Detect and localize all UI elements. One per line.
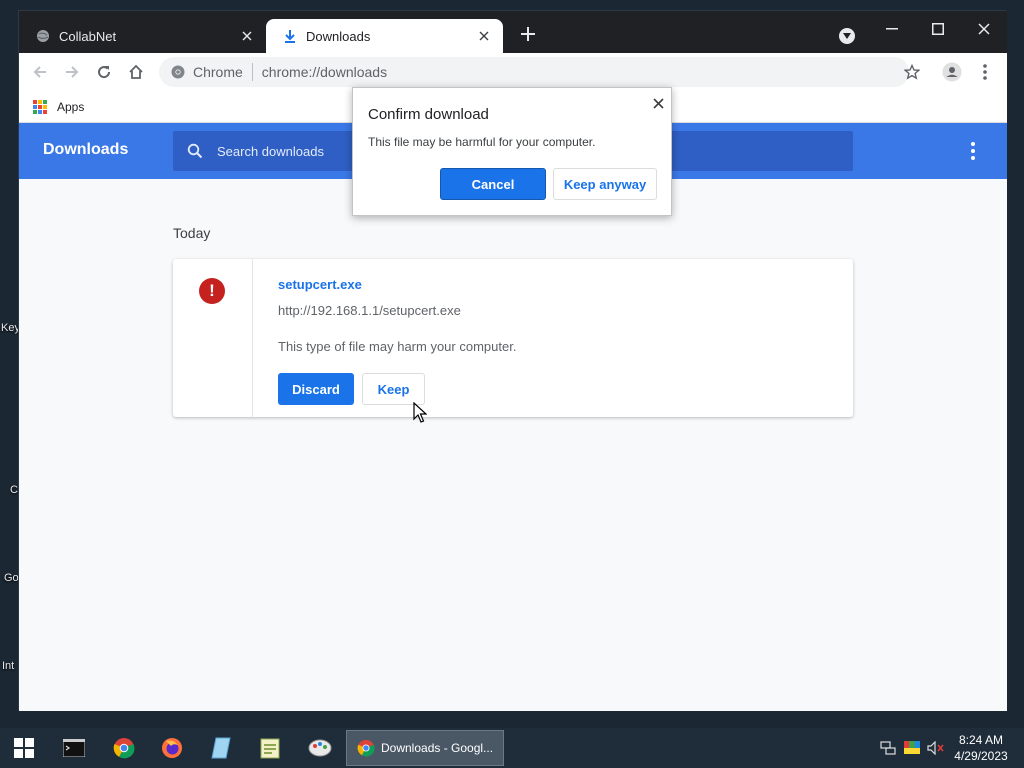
address-bar[interactable]: Chrome chrome://downloads (159, 57, 909, 87)
start-button[interactable] (8, 728, 40, 768)
keep-anyway-button[interactable]: Keep anyway (553, 168, 657, 200)
download-item-icon-area: ! (173, 259, 253, 417)
star-icon[interactable] (899, 59, 925, 85)
taskbar-window-title: Downloads - Googl... (381, 741, 494, 755)
volume-muted-icon[interactable] (926, 728, 946, 768)
maximize-button[interactable] (915, 15, 961, 43)
date-section-label: Today (173, 225, 211, 241)
terminal-icon[interactable] (58, 728, 90, 768)
keep-button[interactable]: Keep (362, 373, 425, 405)
omnibox-divider (251, 63, 253, 81)
forward-button[interactable] (59, 59, 85, 85)
page-title: Downloads (43, 141, 129, 158)
network-icon[interactable] (878, 728, 898, 768)
cancel-button[interactable]: Cancel (440, 168, 546, 200)
dialog-title: Confirm download (368, 106, 489, 123)
menu-icon[interactable] (972, 59, 998, 85)
dialog-message: This file may be harmful for your comput… (368, 135, 596, 149)
home-button[interactable] (123, 59, 149, 85)
file-name-link[interactable]: setupcert.exe (278, 277, 362, 292)
browser-toolbar: Chrome chrome://downloads (19, 53, 1007, 91)
desktop-icon-label[interactable]: C (10, 484, 18, 496)
desktop-icon-label[interactable]: Go (4, 572, 19, 584)
back-button[interactable] (27, 59, 53, 85)
clock-time: 8:24 AM (958, 733, 1004, 747)
firefox-icon[interactable] (156, 728, 188, 768)
close-icon[interactable] (649, 94, 667, 112)
close-icon[interactable] (238, 27, 256, 45)
chrome-icon (357, 739, 375, 757)
search-icon (187, 143, 203, 159)
system-clock[interactable]: 8:24 AM 4/29/2023 (946, 732, 1016, 764)
download-item: ! setupcert.exe http://192.168.1.1/setup… (173, 259, 853, 417)
mouse-cursor-icon (413, 402, 427, 423)
taskbar-chrome-window[interactable]: Downloads - Googl... (346, 730, 504, 766)
danger-warning-text: This type of file may harm your computer… (278, 339, 517, 354)
clock-date: 4/29/2023 (954, 749, 1008, 763)
notepad-icon[interactable] (205, 728, 237, 768)
apps-icon[interactable] (33, 99, 47, 114)
discard-button[interactable]: Discard (278, 373, 354, 405)
chrome-icon[interactable] (108, 728, 140, 768)
tab-title: CollabNet (59, 28, 117, 44)
search-input[interactable]: Search downloads (217, 144, 324, 159)
new-tab-button[interactable] (517, 25, 539, 47)
confirm-download-dialog: Confirm download This file may be harmfu… (352, 87, 672, 216)
apps-bookmark[interactable]: Apps (57, 100, 84, 114)
paint-icon[interactable] (304, 728, 336, 768)
desktop-icon-label[interactable]: Int (2, 660, 14, 672)
scheme-label: Chrome (193, 64, 243, 80)
tab-downloads[interactable]: Downloads (266, 19, 503, 53)
close-window-button[interactable] (961, 15, 1007, 43)
globe-icon (35, 28, 51, 44)
chrome-icon (171, 65, 185, 79)
minimize-button[interactable] (869, 15, 915, 43)
url-text[interactable]: chrome://downloads (262, 64, 387, 80)
reload-button[interactable] (91, 59, 117, 85)
display-icon[interactable] (902, 728, 922, 768)
text-editor-icon[interactable] (254, 728, 286, 768)
tab-collabnet[interactable]: CollabNet (19, 19, 266, 53)
tab-title: Downloads (306, 28, 371, 44)
profile-button[interactable] (939, 59, 965, 85)
danger-icon: ! (199, 278, 225, 304)
file-source-url[interactable]: http://192.168.1.1/setupcert.exe (278, 303, 461, 318)
more-actions-icon[interactable] (963, 139, 983, 163)
close-icon[interactable] (475, 27, 493, 45)
taskbar: Downloads - Googl... 8:24 AM 4/29/2023 (0, 728, 1024, 768)
tab-search-button[interactable] (839, 28, 855, 44)
downloads-content: Today ! setupcert.exe http://192.168.1.1… (19, 179, 1007, 711)
tab-strip: CollabNet Downloads (19, 11, 1007, 53)
download-icon (282, 28, 298, 44)
